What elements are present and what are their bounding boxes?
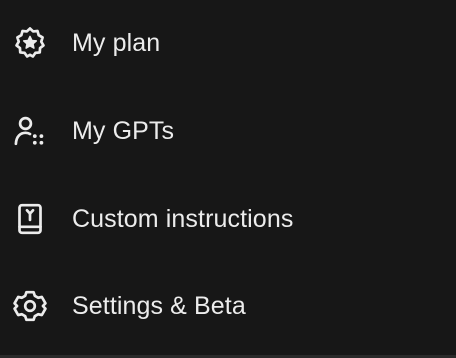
gpts-user-dots-icon xyxy=(12,113,48,149)
menu-item-my-gpts[interactable]: My GPTs xyxy=(0,99,456,163)
settings-gear-icon xyxy=(12,288,48,324)
menu-item-label: Custom instructions xyxy=(72,204,294,233)
menu-item-label: My plan xyxy=(72,28,161,57)
menu-item-settings-beta[interactable]: Settings & Beta xyxy=(0,274,456,338)
menu-item-my-plan[interactable]: My plan xyxy=(0,11,456,75)
instructions-book-icon xyxy=(12,201,48,237)
plan-star-badge-icon xyxy=(12,25,48,61)
account-menu: My plan My GPTs Custom instructions Sett… xyxy=(0,0,456,358)
menu-item-label: My GPTs xyxy=(72,116,175,145)
menu-item-custom-instructions[interactable]: Custom instructions xyxy=(0,187,456,251)
menu-item-label: Settings & Beta xyxy=(72,291,246,320)
